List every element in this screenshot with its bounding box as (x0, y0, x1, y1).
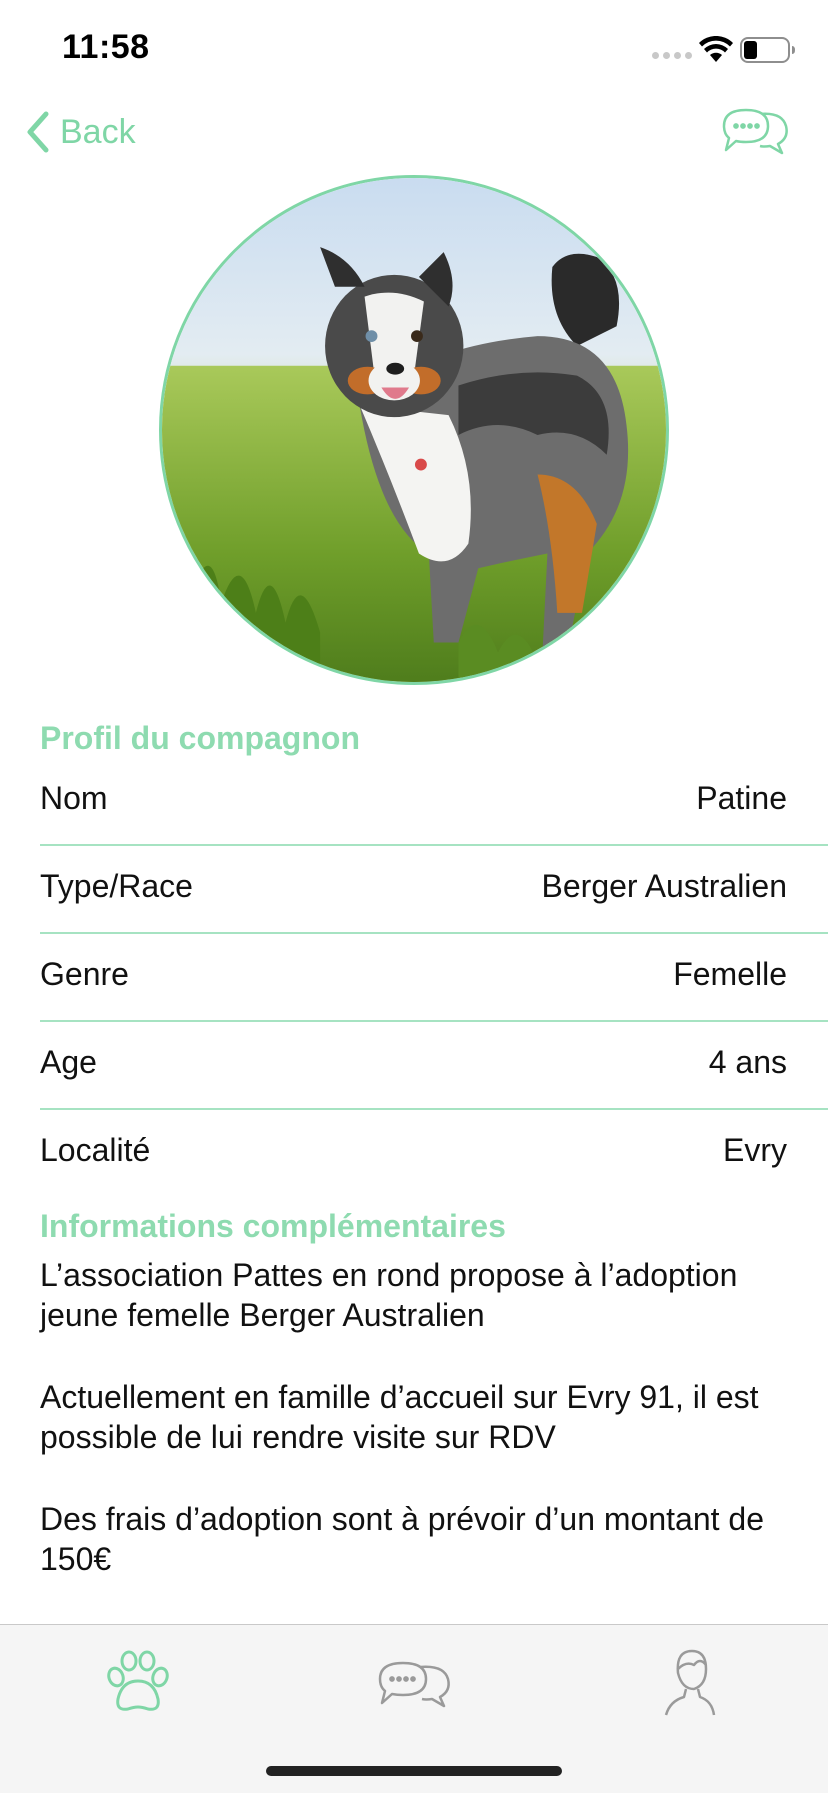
tab-pets[interactable] (98, 1643, 178, 1723)
description-paragraph: Actuellement en famille d’accueil sur Ev… (40, 1379, 759, 1455)
extra-info-title: Informations complémentaires (40, 1208, 506, 1244)
back-label: Back (60, 112, 136, 151)
field-label: Genre (40, 956, 129, 992)
pet-photo (159, 175, 669, 685)
field-label: Age (40, 1044, 97, 1080)
info-row-localite: Localité Evry (40, 1110, 828, 1198)
chat-button[interactable] (720, 104, 790, 156)
tab-profile[interactable] (650, 1643, 730, 1723)
battery-icon (740, 37, 795, 63)
field-value: Femelle (673, 956, 787, 992)
status-bar: 11:58 (0, 0, 828, 100)
field-value: 4 ans (708, 1044, 787, 1080)
paw-icon (107, 1650, 169, 1711)
field-value: Berger Australien (541, 868, 787, 904)
field-label: Localité (40, 1132, 151, 1168)
field-label: Nom (40, 780, 108, 816)
profile-section-title: Profil du compagnon (40, 720, 360, 756)
tab-messages[interactable] (374, 1643, 454, 1723)
description-paragraph: Des frais d’adoption sont à prévoir d’un… (40, 1501, 764, 1577)
info-row-age: Age 4 ans (40, 1022, 828, 1110)
info-row-type-race: Type/Race Berger Australien (40, 846, 828, 934)
chat-bubbles-icon (722, 108, 788, 155)
info-row-genre: Genre Femelle (40, 934, 828, 1022)
info-row-nom: Nom Patine (40, 758, 828, 846)
field-label: Type/Race (40, 868, 193, 904)
home-indicator (266, 1766, 562, 1776)
chat-bubbles-icon (378, 1661, 450, 1708)
field-value: Patine (696, 780, 787, 816)
description-paragraph: L’association Pattes en rond propose à l… (40, 1257, 738, 1333)
wifi-icon (699, 36, 733, 62)
dog-photo-illustration (162, 178, 666, 682)
status-time: 11:58 (62, 28, 150, 66)
chevron-left-icon (27, 111, 49, 153)
cellular-signal-icon (652, 52, 692, 59)
field-value: Evry (723, 1132, 787, 1168)
back-button[interactable]: Back (24, 108, 136, 156)
user-profile-icon (664, 1649, 716, 1716)
